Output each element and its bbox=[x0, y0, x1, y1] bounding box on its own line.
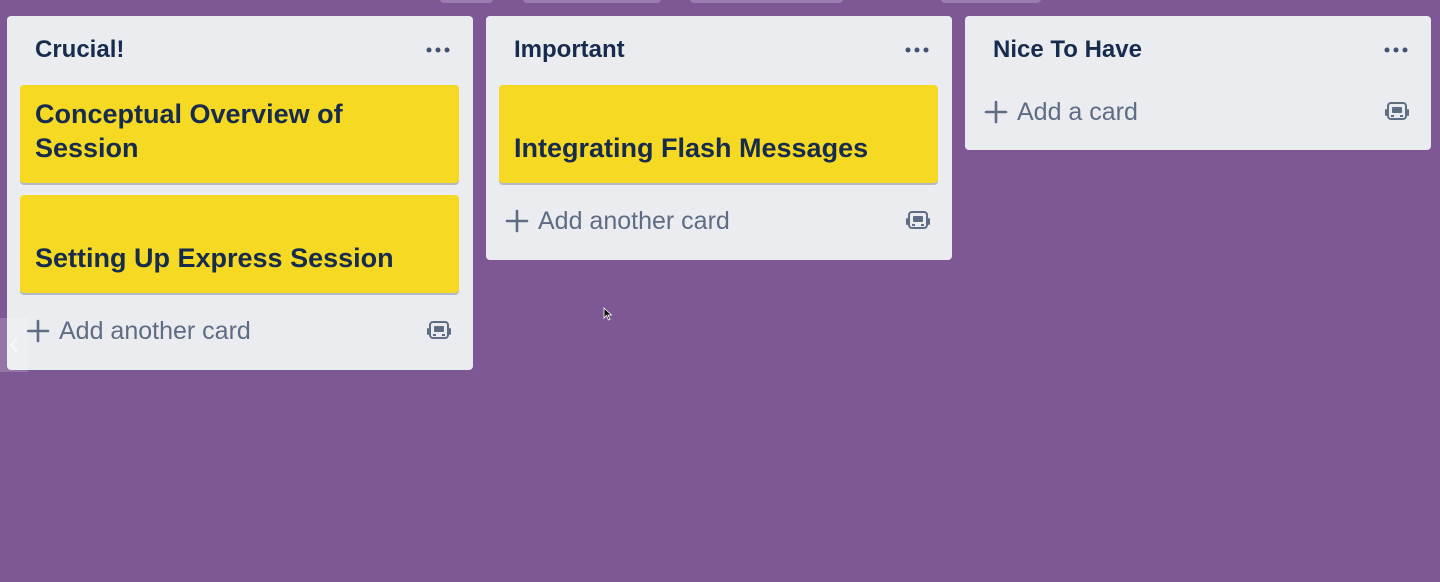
list-nice-to-have: Nice To Have Add a card bbox=[965, 16, 1431, 150]
add-card-button[interactable]: Add a card bbox=[978, 84, 1288, 140]
list-menu-button[interactable] bbox=[425, 40, 451, 60]
list-header: Crucial! bbox=[7, 16, 473, 84]
ellipsis-icon bbox=[1384, 47, 1408, 53]
list-title[interactable]: Crucial! bbox=[35, 36, 124, 64]
list-title[interactable]: Nice To Have bbox=[993, 36, 1142, 64]
list-header: Important bbox=[486, 16, 952, 84]
mouse-cursor-icon bbox=[603, 307, 613, 321]
plus-icon bbox=[979, 95, 1013, 129]
card-title: Conceptual Overview of Session bbox=[35, 99, 343, 163]
card-template-icon bbox=[427, 321, 451, 339]
add-card-label: Add a card bbox=[1017, 97, 1138, 126]
card[interactable]: Conceptual Overview of Session bbox=[20, 85, 459, 183]
card-template-icon bbox=[1385, 102, 1409, 120]
card-title: Integrating Flash Messages bbox=[514, 133, 869, 163]
scroll-left-button[interactable] bbox=[0, 318, 28, 372]
add-card-button[interactable]: Add another card bbox=[499, 193, 809, 249]
list-title[interactable]: Important bbox=[514, 36, 625, 64]
add-card-label: Add another card bbox=[538, 206, 730, 235]
card[interactable]: Integrating Flash Messages bbox=[499, 85, 938, 183]
header-tab[interactable] bbox=[690, 0, 843, 3]
card-template-icon bbox=[906, 211, 930, 229]
list-menu-button[interactable] bbox=[1383, 40, 1409, 60]
chevron-left-icon bbox=[9, 337, 18, 353]
card-template-button[interactable] bbox=[1379, 94, 1415, 130]
ellipsis-icon bbox=[426, 47, 450, 53]
ellipsis-icon bbox=[905, 47, 929, 53]
header-tab[interactable] bbox=[440, 0, 493, 3]
add-card-button[interactable]: Add another card bbox=[20, 303, 330, 359]
header-tab[interactable] bbox=[941, 0, 1041, 3]
list-menu-button[interactable] bbox=[904, 40, 930, 60]
card-template-button[interactable] bbox=[421, 313, 457, 349]
list-important: Important Integrating Flash Messages Add… bbox=[486, 16, 952, 260]
plus-icon bbox=[500, 204, 534, 238]
card[interactable]: Setting Up Express Session bbox=[20, 195, 459, 293]
card-title: Setting Up Express Session bbox=[35, 243, 394, 273]
header-tab[interactable] bbox=[523, 0, 661, 3]
list-crucial: Crucial! Conceptual Overview of Session … bbox=[7, 16, 473, 370]
add-card-label: Add another card bbox=[59, 316, 251, 345]
card-template-button[interactable] bbox=[900, 203, 936, 239]
list-header: Nice To Have bbox=[965, 16, 1431, 84]
